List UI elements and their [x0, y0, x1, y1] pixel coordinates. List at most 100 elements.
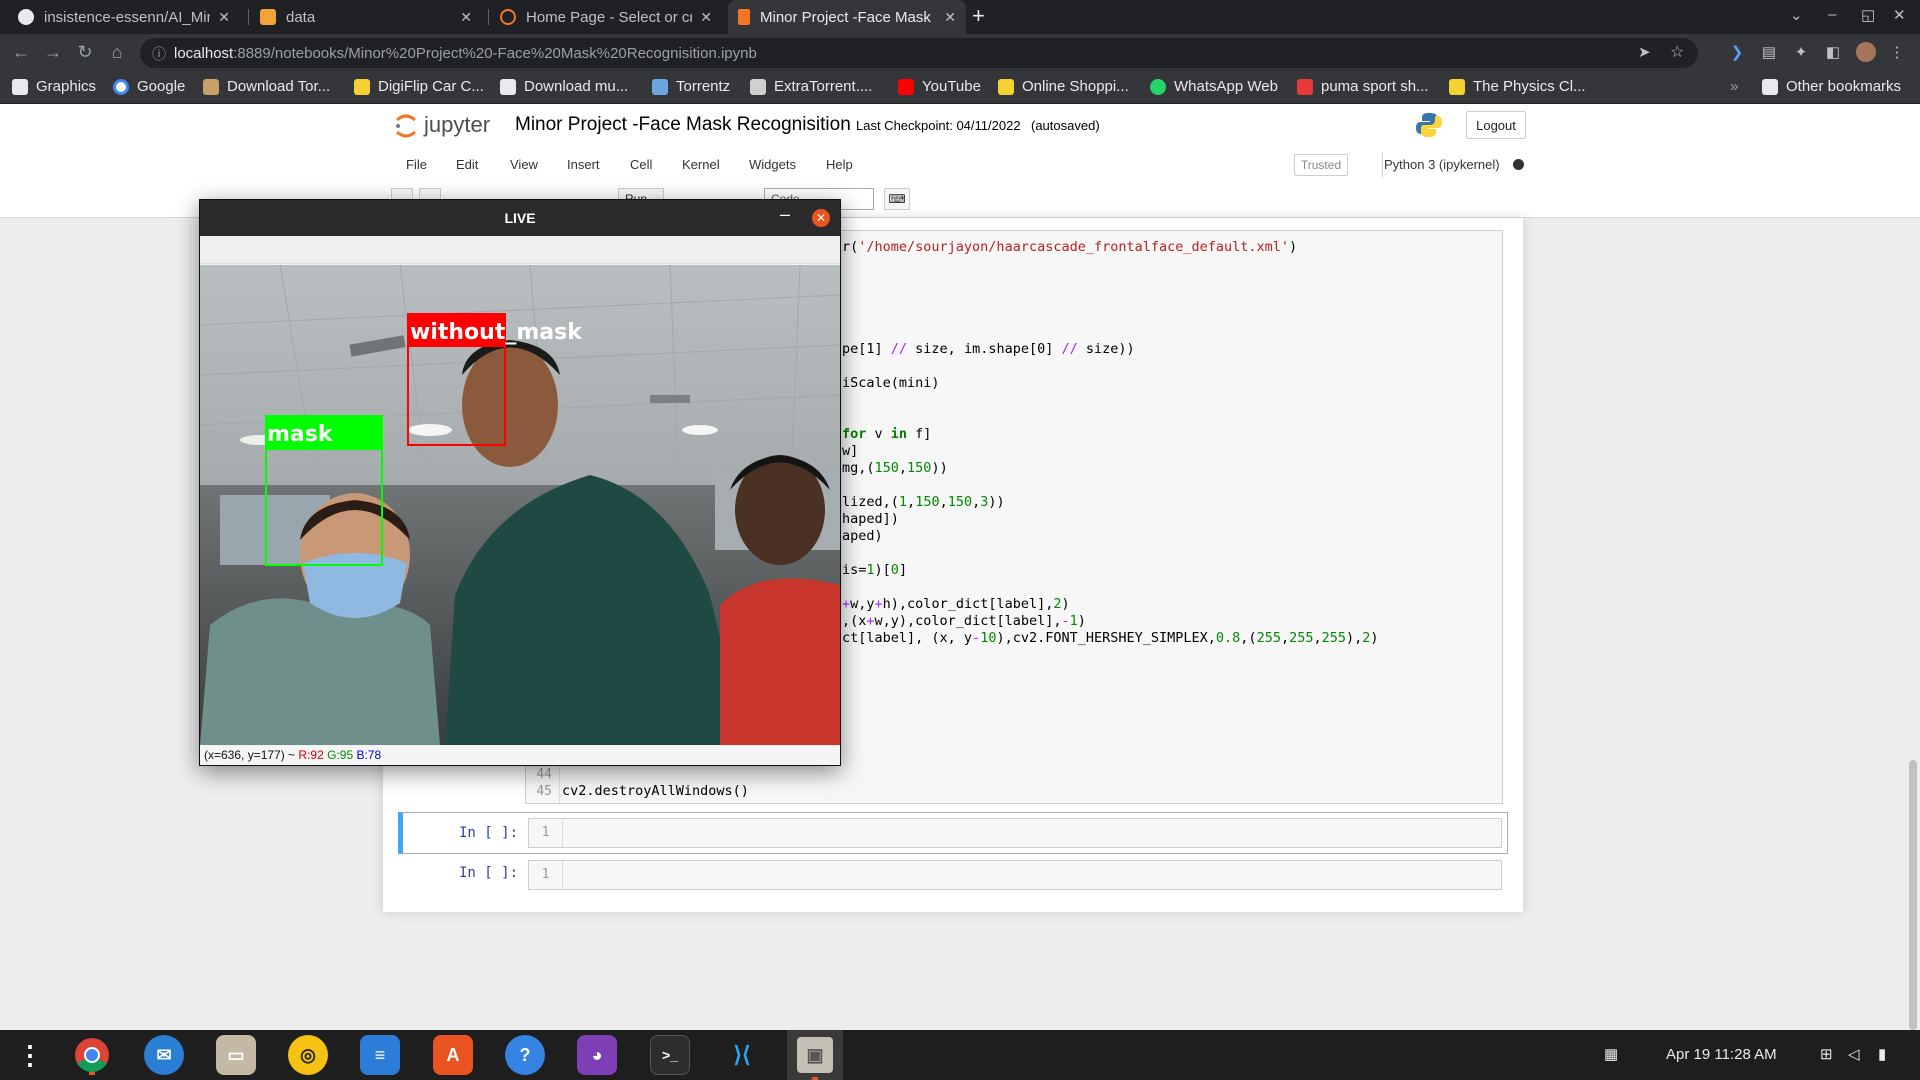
battery-icon[interactable]: ▮	[1878, 1045, 1886, 1063]
tab-title: data	[286, 8, 316, 26]
tab-home-page[interactable]: Home Page - Select or cre ✕	[490, 0, 722, 34]
clock[interactable]: Apr 19 11:28 AM	[1666, 1046, 1777, 1063]
close-icon[interactable]: ✕	[812, 209, 830, 227]
code-line: haped])	[842, 511, 899, 527]
close-window-icon[interactable]: ✕	[1893, 6, 1906, 24]
kernel-busy-indicator	[1513, 159, 1524, 170]
live-window-toolbar	[200, 236, 840, 264]
help-icon[interactable]: ?	[505, 1035, 545, 1075]
live-camera-window[interactable]: LIVE – ✕ without_mask mask (x=636, y=177…	[199, 199, 841, 766]
trusted-badge[interactable]: Trusted	[1294, 154, 1348, 176]
bookmark-extratorrent[interactable]: ExtraTorrent....	[750, 78, 872, 95]
jupyter-icon	[500, 9, 516, 25]
code-line: for v in f]	[842, 426, 932, 442]
puzzle-icon[interactable]: ✦	[1792, 43, 1810, 61]
volume-icon[interactable]: ◁	[1848, 1045, 1860, 1063]
scrollbar-thumb[interactable]	[1909, 760, 1917, 1030]
vscode-icon[interactable]: ⟩⟨	[722, 1035, 762, 1075]
send-tab-icon[interactable]: ➤	[1638, 43, 1651, 61]
live-window-title[interactable]: LIVE	[200, 200, 840, 236]
files-icon[interactable]: ▭	[216, 1035, 256, 1075]
bookmark-google[interactable]: Google	[113, 78, 185, 95]
kernel-name[interactable]: Python 3 (ipykernel)	[1384, 157, 1500, 172]
clipboard-icon[interactable]: ▦	[1604, 1045, 1618, 1063]
bookmark-digiflip[interactable]: DigiFlip Car C...	[354, 78, 484, 95]
forward-icon[interactable]: →	[42, 42, 64, 63]
side-panel-icon[interactable]: ◧	[1824, 43, 1842, 61]
notebook-title[interactable]: Minor Project -Face Mask Recognisition	[515, 114, 851, 136]
code-line: mg,(150,150))	[842, 460, 948, 476]
menu-file[interactable]: File	[406, 157, 427, 172]
bookmarks-overflow-icon[interactable]: »	[1730, 78, 1738, 95]
image-viewer-app[interactable]: ▣	[787, 1030, 843, 1080]
bookmark-puma[interactable]: puma sport sh...	[1297, 78, 1429, 95]
code-cell[interactable]: In [ ]: 1	[398, 860, 1508, 900]
bookmark-download-mu[interactable]: Download mu...	[500, 78, 628, 95]
bookmark-physics[interactable]: The Physics Cl...	[1449, 78, 1586, 95]
close-tab-icon[interactable]: ✕	[944, 9, 956, 26]
logout-button[interactable]: Logout	[1466, 111, 1526, 139]
bookmark-label: ExtraTorrent....	[774, 78, 873, 95]
bookmark-star-icon[interactable]: ☆	[1670, 42, 1684, 62]
close-tab-icon[interactable]: ✕	[460, 9, 472, 26]
jupyter-file-icon	[260, 9, 276, 25]
url-text: localhost:8889/notebooks/Minor%20Project…	[174, 45, 757, 62]
bookmark-download-tor[interactable]: Download Tor...	[203, 78, 330, 95]
extension-icon[interactable]: ▤	[1760, 43, 1778, 61]
menu-cell[interactable]: Cell	[630, 157, 652, 172]
jupyter-menubar: File Edit View Insert Cell Kernel Widget…	[390, 150, 1530, 180]
menu-insert[interactable]: Insert	[567, 157, 600, 172]
rhythmbox-icon[interactable]: ◎	[288, 1035, 328, 1075]
address-bar[interactable]: ⓘ localhost:8889/notebooks/Minor%20Proje…	[140, 38, 1698, 68]
menu-widgets[interactable]: Widgets	[749, 157, 796, 172]
tab-data[interactable]: data ✕	[250, 0, 482, 34]
thunderbird-icon[interactable]: ✉	[144, 1035, 184, 1075]
tab-github[interactable]: insistence-essenn/AI_Min ✕	[8, 0, 240, 34]
menu-edit[interactable]: Edit	[456, 157, 478, 172]
back-icon[interactable]: ←	[10, 42, 32, 63]
tab-search-chevron-icon[interactable]: ⌄	[1790, 6, 1803, 24]
jupyter-logo-icon[interactable]	[394, 113, 418, 139]
empty-cell-input[interactable]: 1	[528, 860, 1502, 890]
close-tab-icon[interactable]: ✕	[700, 9, 712, 26]
other-bookmarks[interactable]: Other bookmarks	[1762, 78, 1901, 95]
github-icon[interactable]: ◕	[577, 1035, 617, 1075]
avatar[interactable]	[1856, 42, 1876, 62]
menu-dots-icon[interactable]: ⋮	[1888, 43, 1906, 61]
browser-toolbar: ← → ↻ ⌂ ⓘ localhost:8889/notebooks/Minor…	[0, 34, 1920, 72]
bookmark-whatsapp[interactable]: WhatsApp Web	[1150, 78, 1278, 95]
bookmark-torrentz[interactable]: Torrentz	[652, 78, 730, 95]
minimize-window-icon[interactable]: –	[1828, 6, 1836, 23]
bookmark-graphics[interactable]: Graphics	[12, 78, 96, 95]
bookmark-youtube[interactable]: YouTube	[898, 78, 981, 95]
extension-icon[interactable]: ❯	[1728, 43, 1746, 61]
minimize-icon[interactable]: –	[780, 204, 790, 225]
activities-icon[interactable]: ⋮	[10, 1035, 50, 1075]
close-tab-icon[interactable]: ✕	[218, 9, 230, 26]
reload-icon[interactable]: ↻	[74, 42, 96, 63]
terminal-icon[interactable]: >_	[650, 1035, 690, 1075]
menu-kernel[interactable]: Kernel	[682, 157, 720, 172]
running-indicator	[89, 1072, 95, 1075]
software-icon[interactable]: A	[433, 1035, 473, 1075]
new-tab-button[interactable]: +	[972, 3, 985, 29]
menu-help[interactable]: Help	[826, 157, 853, 172]
chrome-icon[interactable]	[72, 1035, 112, 1075]
tab-minor-project[interactable]: Minor Project -Face Mask ✕	[728, 0, 966, 34]
selected-cell[interactable]: In [ ]: 1	[398, 812, 1508, 854]
home-icon[interactable]: ⌂	[106, 42, 128, 63]
site-info-icon[interactable]: ⓘ	[152, 44, 166, 64]
bookmark-label: Graphics	[36, 78, 97, 95]
cell-prompt: In [ ]:	[459, 825, 519, 841]
code-line: ,(x+w,y),color_dict[label],-1)	[842, 613, 1086, 629]
taskbar: ⋮ ✉ ▭ ◎ ≡ A ? ◕ >_ ⟩⟨ ▣ ▦ Apr 19 11:28 A…	[0, 1030, 1920, 1080]
camera-feed[interactable]: without_mask mask	[200, 265, 840, 745]
jupyter-logo-text[interactable]: jupyter	[424, 112, 490, 138]
maximize-window-icon[interactable]: ◱	[1861, 6, 1875, 24]
bookmark-online-shopping[interactable]: Online Shoppi...	[998, 78, 1129, 95]
network-icon[interactable]: ⊞	[1820, 1045, 1833, 1063]
empty-cell-input[interactable]: 1	[528, 818, 1502, 848]
keyboard-icon[interactable]: ⌨	[884, 188, 910, 210]
writer-icon[interactable]: ≡	[360, 1035, 400, 1075]
menu-view[interactable]: View	[510, 157, 538, 172]
